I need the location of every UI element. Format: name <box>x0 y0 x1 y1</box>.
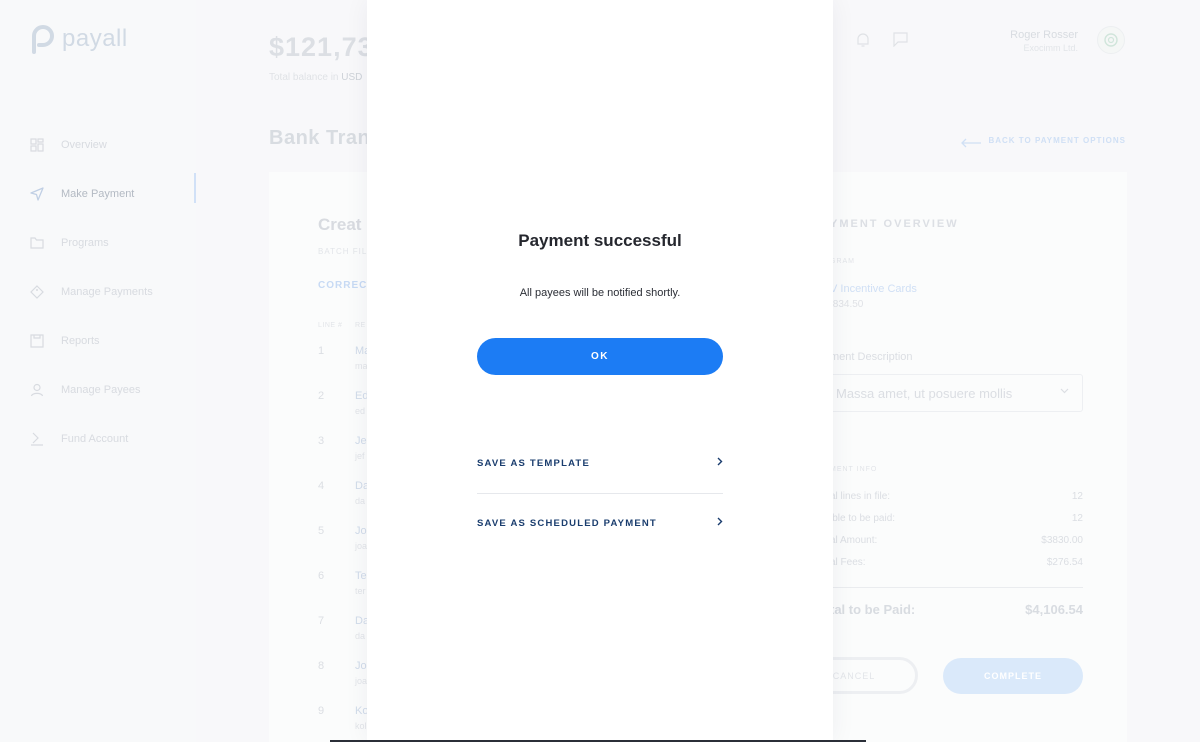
modal-message: All payees will be notified shortly. <box>519 287 681 299</box>
save-as-template-link[interactable]: SAVE AS TEMPLATE <box>477 433 723 493</box>
chevron-right-icon <box>717 457 723 469</box>
save-as-scheduled-payment-link[interactable]: SAVE AS SCHEDULED PAYMENT <box>477 493 723 553</box>
ok-button[interactable]: OK <box>477 338 723 375</box>
payment-success-modal: Payment successful All payees will be no… <box>367 0 833 742</box>
modal-title: Payment successful <box>518 231 682 250</box>
save-as-template-label: SAVE AS TEMPLATE <box>477 457 590 469</box>
chevron-right-icon <box>717 517 723 529</box>
save-as-scheduled-payment-label: SAVE AS SCHEDULED PAYMENT <box>477 517 657 529</box>
